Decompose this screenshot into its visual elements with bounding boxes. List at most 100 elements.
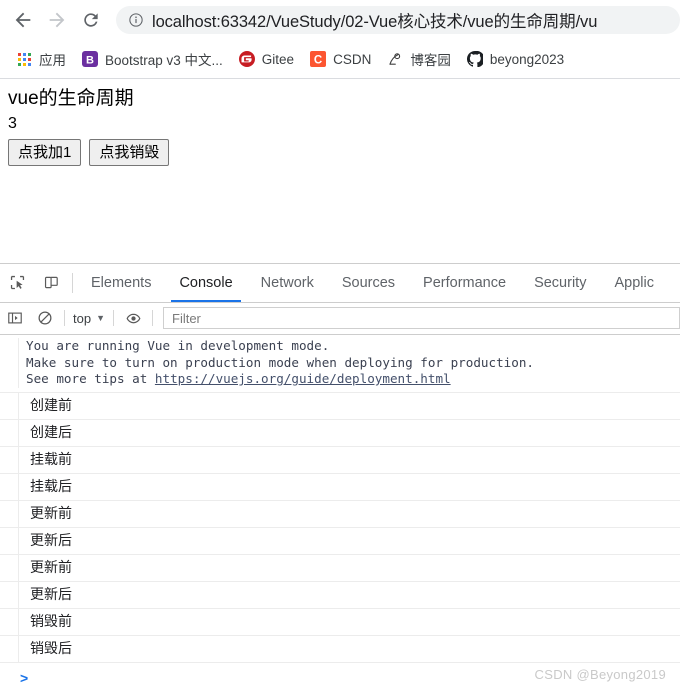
csdn-icon: C [310, 51, 327, 67]
console-filter-input[interactable]: Filter [163, 307, 680, 330]
filter-placeholder: Filter [172, 310, 201, 326]
destroy-button[interactable]: 点我销毁 [89, 139, 170, 166]
console-message-vue-dev: You are running Vue in development mode.… [0, 335, 680, 393]
console-log-row: 挂载后 [0, 473, 680, 501]
page-viewport: vue的生命周期 3 点我加1 点我销毁 [0, 79, 680, 263]
bootstrap-icon: B [82, 51, 98, 67]
log-gutter [0, 527, 19, 554]
bookmark-csdn[interactable]: C CSDN [302, 45, 379, 73]
log-message: 挂载后 [30, 478, 72, 495]
message-text: You are running Vue in development mode.… [19, 338, 534, 388]
vue-deployment-link[interactable]: https://vuejs.org/guide/deployment.html [155, 371, 451, 386]
page-title: vue的生命周期 [8, 88, 134, 109]
increment-button[interactable]: 点我加1 [8, 139, 82, 166]
log-gutter [0, 500, 19, 527]
info-circle-icon[interactable] [128, 12, 144, 28]
clear-console-icon [38, 311, 52, 325]
counter-value: 3 [8, 115, 17, 132]
bookmark-bootstrap[interactable]: B Bootstrap v3 中文... [74, 45, 231, 73]
console-log-row: 更新后 [0, 527, 680, 555]
prompt-gutter [0, 663, 18, 688]
log-message: 销毁后 [30, 640, 72, 657]
tab-elements[interactable]: Elements [77, 264, 165, 302]
bookmark-label: 应用 [39, 53, 66, 68]
live-expression-eye-icon [126, 313, 140, 324]
tab-sources[interactable]: Sources [328, 264, 409, 302]
reload-button[interactable] [74, 3, 108, 37]
gitee-icon [238, 51, 255, 67]
bookmark-label: beyong2023 [489, 51, 565, 67]
devtools-tab-list: Elements Console Network Sources Perform… [77, 264, 668, 302]
bookmarks-bar: 应用 B Bootstrap v3 中文... Gitee C CSDN 博客园… [0, 40, 680, 78]
console-log-row: 更新后 [0, 581, 680, 609]
log-message: 销毁前 [30, 613, 72, 630]
log-gutter [0, 392, 19, 419]
log-gutter [0, 419, 19, 446]
toolbar-divider [64, 310, 65, 327]
live-expression-button[interactable] [118, 303, 148, 333]
prompt-chevron-icon: > [20, 669, 29, 686]
log-gutter [0, 608, 19, 635]
log-gutter [0, 473, 19, 500]
reload-icon [84, 13, 98, 27]
context-label: top [73, 310, 92, 326]
log-message: 更新前 [30, 505, 72, 522]
bookmark-label: 博客园 [410, 53, 451, 68]
inspect-element-icon [10, 276, 24, 290]
bookmark-gitee[interactable]: Gitee [231, 45, 302, 73]
github-icon [466, 51, 483, 67]
tab-network[interactable]: Network [247, 264, 328, 302]
log-message: 更新后 [30, 586, 72, 603]
svg-text:C: C [314, 54, 322, 66]
toolbar-divider [152, 310, 153, 327]
devtools-tabbar: Elements Console Network Sources Perform… [0, 264, 680, 303]
tab-security[interactable]: Security [520, 264, 600, 302]
log-message: 创建后 [30, 424, 72, 441]
tab-application[interactable]: Applic [600, 264, 668, 302]
vue-msg-line1: You are running Vue in development mode. [26, 338, 330, 354]
address-bar[interactable]: localhost:63342/VueStudy/02-Vue核心技术/vue的… [116, 6, 680, 34]
log-gutter [0, 446, 19, 473]
console-log-row: 创建后 [0, 419, 680, 447]
message-gutter [0, 338, 19, 388]
console-log-row: 挂载前 [0, 446, 680, 474]
back-button[interactable] [6, 3, 40, 37]
log-message: 更新后 [30, 532, 72, 549]
cnblogs-icon [387, 51, 403, 67]
bookmark-cnblogs[interactable]: 博客园 [379, 45, 459, 73]
log-message: 挂载前 [30, 451, 72, 468]
chevron-down-icon: ▼ [96, 313, 105, 324]
vue-msg-line2: Make sure to turn on production mode whe… [26, 354, 534, 370]
url-text: localhost:63342/VueStudy/02-Vue核心技术/vue的… [152, 13, 598, 31]
log-gutter [0, 554, 19, 581]
forward-button[interactable] [40, 3, 74, 37]
bookmark-apps[interactable]: 应用 [8, 45, 74, 73]
page-button-row: 点我加1 点我销毁 [8, 139, 672, 166]
context-selector[interactable]: top ▼ [69, 311, 109, 326]
toolbar-divider [113, 310, 114, 327]
console-output[interactable]: You are running Vue in development mode.… [0, 335, 680, 689]
console-sidebar-button[interactable] [0, 303, 30, 333]
console-log-row: 更新前 [0, 554, 680, 582]
arrow-right-icon [49, 12, 65, 28]
console-sidebar-icon [8, 312, 22, 324]
browser-chrome: localhost:63342/VueStudy/02-Vue核心技术/vue的… [0, 0, 680, 79]
console-toolbar: top ▼ Filter [0, 302, 680, 336]
console-log-row: 销毁前 [0, 608, 680, 636]
devtools-panel: Elements Console Network Sources Perform… [0, 263, 680, 689]
device-toolbar-button[interactable] [34, 264, 68, 302]
log-gutter [0, 581, 19, 608]
log-message: 更新前 [30, 559, 72, 576]
csdn-watermark: CSDN @Beyong2019 [534, 667, 666, 683]
arrow-left-icon [15, 12, 31, 28]
bookmark-github[interactable]: beyong2023 [459, 45, 572, 73]
console-log-row: 更新前 [0, 500, 680, 528]
tab-console[interactable]: Console [165, 264, 246, 302]
bookmark-label: Bootstrap v3 中文... [105, 53, 223, 68]
clear-console-button[interactable] [30, 303, 60, 333]
tab-performance[interactable]: Performance [409, 264, 520, 302]
log-message: 创建前 [30, 397, 72, 414]
console-log-row: 创建前 [0, 392, 680, 420]
navigation-toolbar: localhost:63342/VueStudy/02-Vue核心技术/vue的… [0, 0, 680, 40]
inspect-element-button[interactable] [0, 264, 34, 302]
